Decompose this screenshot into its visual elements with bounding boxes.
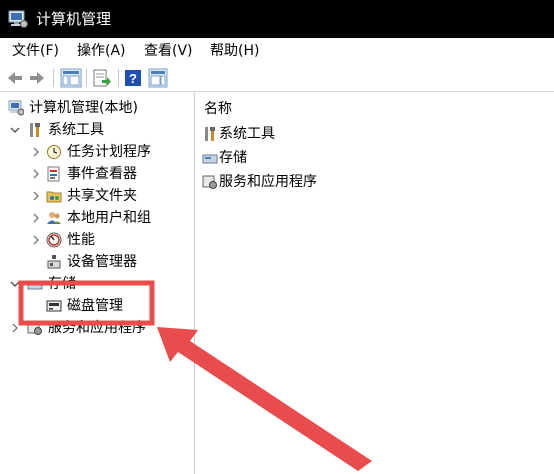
tree-label: 系统工具 xyxy=(48,122,104,138)
device-manager-icon xyxy=(47,255,61,269)
list-item[interactable]: 系统工具 xyxy=(202,123,542,145)
performance-icon xyxy=(46,232,62,248)
storage-icon xyxy=(27,280,43,290)
event-viewer-icon xyxy=(47,166,60,182)
toolbar-separator xyxy=(86,69,87,87)
tree-item-shared-folders[interactable]: 共享文件夹 xyxy=(0,185,194,207)
tools-icon xyxy=(205,127,215,141)
tree-item-device-manager[interactable]: 设备管理器 xyxy=(0,251,194,273)
menu-bar: 文件(F) 操作(A) 查看(V) 帮助(H) xyxy=(0,38,554,64)
computer-management-icon xyxy=(8,100,24,116)
tree-item-event-viewer[interactable]: 事件查看器 xyxy=(0,163,194,185)
services-icon xyxy=(27,321,42,335)
toolbar-separator xyxy=(53,69,54,87)
details-pane: 名称 系统工具 存储 服务和应用程序 xyxy=(196,93,554,474)
list-item[interactable]: 存储 xyxy=(202,147,542,169)
tools-icon xyxy=(30,123,40,137)
chevron-right-icon[interactable] xyxy=(10,322,20,334)
tree-label: 磁盘管理 xyxy=(67,298,123,314)
tree-label: 存储 xyxy=(48,276,76,292)
list-item-label: 存储 xyxy=(219,150,247,166)
properties-pane-icon[interactable] xyxy=(148,68,168,88)
tree-label: 性能 xyxy=(67,232,95,248)
back-arrow-icon[interactable] xyxy=(6,68,24,88)
list-item-label: 系统工具 xyxy=(219,126,275,142)
tree-item-system-tools[interactable]: 系统工具 xyxy=(0,119,194,141)
help-icon[interactable]: ? xyxy=(124,68,142,88)
tree-label: 计算机管理(本地) xyxy=(29,100,138,116)
tree-label: 共享文件夹 xyxy=(67,188,137,204)
clock-icon xyxy=(47,145,61,159)
tree-label: 事件查看器 xyxy=(67,166,137,182)
tree-label: 设备管理器 xyxy=(67,254,137,270)
toolbar-separator xyxy=(118,69,119,87)
svg-text:?: ? xyxy=(129,71,137,86)
disk-management-icon xyxy=(46,300,62,312)
tree-item-disk-management[interactable]: 磁盘管理 xyxy=(0,295,194,317)
menu-action[interactable]: 操作(A) xyxy=(77,42,126,60)
menu-view[interactable]: 查看(V) xyxy=(144,42,193,60)
toolbar: ? xyxy=(0,64,554,92)
tree-item-root[interactable]: 计算机管理(本地) xyxy=(0,97,194,119)
shared-folder-icon xyxy=(46,191,62,203)
chevron-down-icon[interactable] xyxy=(10,124,20,136)
list-item-label: 服务和应用程序 xyxy=(219,174,317,190)
chevron-right-icon[interactable] xyxy=(31,190,41,202)
menu-file[interactable]: 文件(F) xyxy=(12,42,59,60)
console-tree: 计算机管理(本地) 系统工具 任务计划程序 事件查看器 共享文件夹 本地用户和组… xyxy=(0,93,195,474)
column-header-name[interactable]: 名称 xyxy=(204,99,232,119)
tree-label: 任务计划程序 xyxy=(67,144,151,160)
chevron-right-icon[interactable] xyxy=(31,146,41,158)
chevron-right-icon[interactable] xyxy=(31,234,41,246)
tree-label: 服务和应用程序 xyxy=(48,320,146,336)
tree-item-storage[interactable]: 存储 xyxy=(0,273,194,295)
chevron-down-icon[interactable] xyxy=(10,278,20,290)
chevron-right-icon[interactable] xyxy=(31,168,41,180)
chevron-right-icon[interactable] xyxy=(31,212,41,224)
export-list-icon[interactable] xyxy=(92,68,112,88)
console-tree-icon[interactable] xyxy=(60,68,82,88)
storage-icon xyxy=(202,154,218,164)
list-item[interactable]: 服务和应用程序 xyxy=(202,171,542,193)
title-bar: 计算机管理 xyxy=(0,0,554,38)
tree-item-performance[interactable]: 性能 xyxy=(0,229,194,251)
menu-help[interactable]: 帮助(H) xyxy=(210,42,259,60)
users-icon xyxy=(47,212,61,224)
window-title: 计算机管理 xyxy=(36,10,112,28)
services-icon xyxy=(202,175,217,189)
computer-management-icon xyxy=(8,10,28,28)
tree-item-task-scheduler[interactable]: 任务计划程序 xyxy=(0,141,194,163)
forward-arrow-icon[interactable] xyxy=(28,68,46,88)
tree-item-services[interactable]: 服务和应用程序 xyxy=(0,317,194,339)
tree-label: 本地用户和组 xyxy=(67,210,151,226)
tree-item-local-users[interactable]: 本地用户和组 xyxy=(0,207,194,229)
